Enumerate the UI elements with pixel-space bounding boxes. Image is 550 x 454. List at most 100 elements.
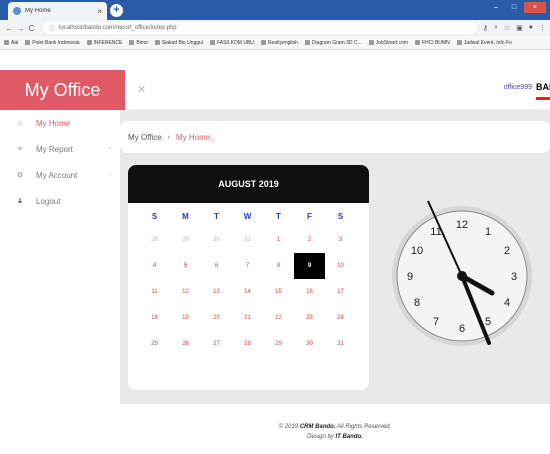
bookmark-item[interactable]: FHCI BUMN	[414, 40, 450, 46]
top-bar: ✕ office999 BAN	[125, 70, 550, 110]
calendar-day[interactable]: 1	[263, 227, 294, 253]
bookmark-icon	[368, 40, 374, 45]
bookmark-icon	[304, 40, 310, 45]
bookmark-item[interactable]: Jadwal Event, Info Fo	[456, 40, 512, 46]
browser-tab[interactable]: My Home ×	[8, 2, 107, 20]
calendar: AUGUST 2019 S M T W T F S 28 29 30 31 1 2 3 4 5 6 7 8 9 10 11…	[128, 165, 369, 390]
calendar-day[interactable]: 19	[170, 305, 201, 331]
tab-title: My Home	[25, 8, 51, 14]
calendar-day[interactable]: 24	[325, 305, 356, 331]
chevron-left-icon: ‹	[109, 172, 111, 178]
clock-number: 5	[485, 316, 491, 328]
clock-number: 12	[456, 219, 468, 231]
sidebar-item-logout[interactable]: ♟ Logout	[0, 188, 125, 214]
menu-icon[interactable]: ⋮	[539, 24, 546, 32]
forward-icon[interactable]: →	[15, 24, 26, 33]
bookmark-item[interactable]: Siakad Bio Unggul	[154, 40, 203, 46]
brand-logo[interactable]: My Office	[0, 70, 125, 110]
sidebar-item-my-home[interactable]: ⌂ My Home	[0, 110, 125, 136]
breadcrumb-root[interactable]: My Office	[128, 133, 162, 142]
calendar-day[interactable]: 29	[263, 331, 294, 357]
footer: © 2019 CRM Bando. All Rights Reserved. D…	[120, 404, 550, 454]
calendar-weekday: F	[307, 212, 312, 221]
chevron-left-icon: ‹	[109, 146, 111, 152]
bookmark-icon	[154, 40, 160, 45]
calendar-day[interactable]: 14	[232, 279, 263, 305]
profile-icon[interactable]: ●	[529, 24, 533, 32]
calendar-day[interactable]: 13	[201, 279, 232, 305]
bookmark-item[interactable]: Bimo	[129, 40, 148, 46]
company-logo: BAN	[536, 80, 550, 100]
calendar-day-selected[interactable]: 9	[294, 253, 325, 279]
calendar-day[interactable]: 16	[294, 279, 325, 305]
calendar-day[interactable]: 31	[232, 227, 263, 253]
bookmark-icon	[414, 40, 420, 45]
calendar-day[interactable]: 30	[201, 227, 232, 253]
key-icon[interactable]: ⚷	[483, 24, 488, 32]
user-icon: ♟	[16, 198, 24, 205]
bookmark-item[interactable]: Point Bank Indonesia	[25, 40, 80, 46]
calendar-day[interactable]: 27	[201, 331, 232, 357]
tab-close-icon[interactable]: ×	[97, 7, 102, 16]
calendar-weekday: W	[243, 212, 252, 221]
calendar-day[interactable]: 8	[263, 253, 294, 279]
back-icon[interactable]: ←	[4, 24, 15, 33]
reload-icon[interactable]: C	[26, 24, 37, 33]
calendar-weekday: M	[182, 212, 189, 221]
calendar-day[interactable]: 20	[201, 305, 232, 331]
bookmarks-bar: Aal Point Bank Indonesia INFERENCE Bimo …	[0, 36, 550, 50]
bookmark-item[interactable]: JobStreet.com	[368, 40, 408, 46]
calendar-day[interactable]: 6	[201, 253, 232, 279]
breadcrumb-current: My Home..	[175, 132, 215, 142]
bookmark-item[interactable]: INFERENCE	[86, 40, 122, 46]
star-icon[interactable]: ☆	[504, 24, 510, 32]
calendar-day[interactable]: 5	[170, 253, 201, 279]
calendar-day[interactable]: 17	[325, 279, 356, 305]
calendar-day[interactable]: 2	[294, 227, 325, 253]
calendar-day[interactable]: 11	[139, 279, 170, 305]
maximize-icon[interactable]: □	[506, 2, 522, 13]
url-text: localhost/bando.com/report_office/index.…	[59, 25, 177, 31]
user-name[interactable]: office999	[504, 84, 532, 91]
clock-number: 2	[504, 245, 510, 257]
url-input[interactable]: ⓘ localhost/bando.com/report_office/inde…	[43, 22, 477, 34]
calendar-day[interactable]: 4	[139, 253, 170, 279]
page-icon	[25, 40, 31, 45]
info-icon: ⓘ	[49, 26, 56, 33]
bookmark-icon	[86, 40, 92, 45]
breadcrumb-separator: ›	[167, 133, 170, 141]
calendar-day[interactable]: 26	[170, 331, 201, 357]
window-close-icon[interactable]: ×	[524, 2, 546, 13]
bookmark-item[interactable]: Diagram Gram 3D C...	[304, 40, 362, 46]
extension-icon[interactable]: ▣	[516, 24, 523, 32]
calendar-day[interactable]: 21	[232, 305, 263, 331]
calendar-day[interactable]: 10	[325, 253, 356, 279]
bookmark-item[interactable]: Aal	[4, 40, 18, 46]
sidebar: ⌂ My Home ≡ My Report ‹ ⚙ My Account ‹ ♟…	[0, 110, 125, 454]
calendar-day[interactable]: 31	[325, 331, 356, 357]
minimize-icon[interactable]: –	[488, 2, 504, 13]
zoom-icon[interactable]: ⌕	[494, 24, 498, 32]
clock-number: 10	[411, 245, 423, 257]
sidebar-item-my-report[interactable]: ≡ My Report ‹	[0, 136, 125, 162]
bookmark-item[interactable]: FASILKOM UBU	[209, 40, 254, 46]
expand-icon[interactable]: ✕	[137, 83, 146, 96]
account-icon: ⚙	[16, 172, 24, 179]
new-tab-button[interactable]: +	[110, 4, 123, 17]
sidebar-item-my-account[interactable]: ⚙ My Account ‹	[0, 162, 125, 188]
analog-clock: 121234567891011	[392, 200, 532, 346]
calendar-day[interactable]: 28	[139, 227, 170, 253]
calendar-day[interactable]: 28	[232, 331, 263, 357]
bookmark-item[interactable]: Realtyenglish	[260, 40, 298, 46]
calendar-day[interactable]: 29	[170, 227, 201, 253]
calendar-day[interactable]: 30	[294, 331, 325, 357]
calendar-day[interactable]: 23	[294, 305, 325, 331]
report-icon: ≡	[17, 145, 23, 153]
calendar-day[interactable]: 25	[139, 331, 170, 357]
calendar-day[interactable]: 18	[139, 305, 170, 331]
calendar-day[interactable]: 15	[263, 279, 294, 305]
calendar-day[interactable]: 22	[263, 305, 294, 331]
calendar-day[interactable]: 12	[170, 279, 201, 305]
calendar-day[interactable]: 7	[232, 253, 263, 279]
calendar-day[interactable]: 3	[325, 227, 356, 253]
